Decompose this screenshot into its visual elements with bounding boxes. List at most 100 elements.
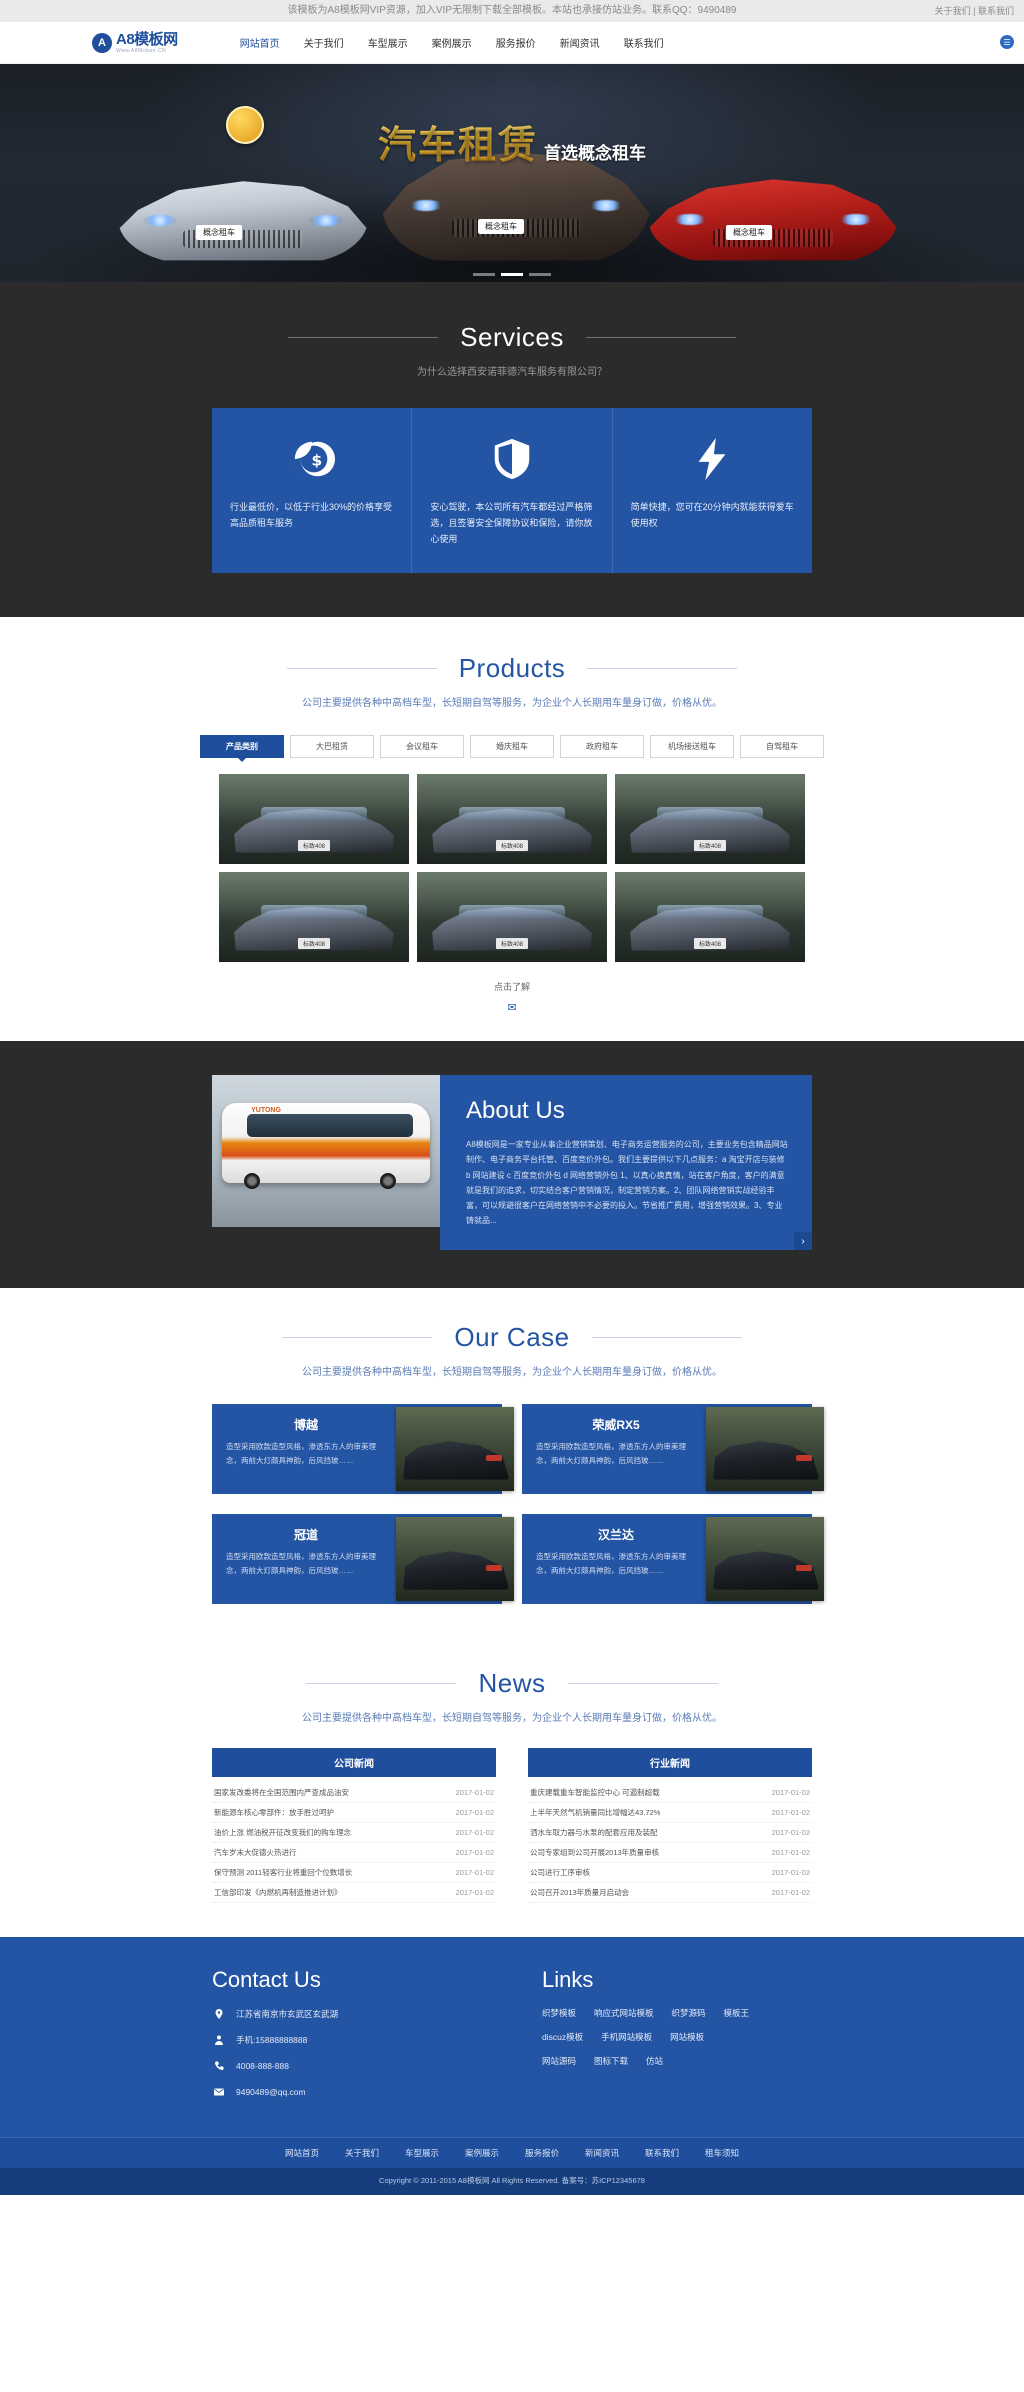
- contact-row-mobile: 手机:15888888888: [212, 2033, 542, 2047]
- tab-self-drive-rental[interactable]: 自驾租车: [740, 735, 824, 759]
- news-item[interactable]: 汽车岁末大促德火热进行 2017-01-02: [212, 1843, 496, 1864]
- nav-item-models[interactable]: 车型展示: [368, 35, 408, 50]
- top-notice-bar: 该模板为A8模板网VIP资源，加入VIP无限制下载全部模板。本站也承接仿站业务。…: [0, 0, 1024, 22]
- nav-item-about[interactable]: 关于我们: [304, 35, 344, 50]
- footer-nav-cases[interactable]: 案例展示: [465, 2147, 499, 2159]
- person-icon: [212, 2033, 226, 2047]
- link-item[interactable]: 模板王: [724, 2007, 750, 2019]
- link-item[interactable]: 织梦源码: [672, 2007, 706, 2019]
- nav-item-contact[interactable]: 联系我们: [624, 35, 664, 50]
- about-section: YUTONG About Us A8模板网是一家专业从事企业营销策划、电子商务运…: [0, 1041, 1024, 1289]
- news-item-date: 2017-01-02: [771, 1848, 810, 1858]
- footer-nav-news[interactable]: 新闻资讯: [585, 2147, 619, 2159]
- product-card[interactable]: 标致408: [615, 774, 805, 865]
- banner-dot-2[interactable]: [501, 273, 523, 276]
- product-plate: 标致408: [495, 937, 529, 949]
- news-item-title: 公司专家组到公司开展2013年质量审核: [530, 1848, 660, 1858]
- case-card[interactable]: 冠道 造型采用欧款造型风格，渗透东方人的审美理念，两前大灯颇具神韵，后风挡玻……: [212, 1514, 514, 1605]
- news-columns: 公司新闻 国家发改委将在全国范围内严查成品油安 2017-01-02 新能源车核…: [212, 1748, 812, 1904]
- case-grid: 博越 造型采用欧款造型风格，渗透东方人的审美理念，两前大灯颇具神韵，后风挡玻………: [212, 1404, 824, 1605]
- service-card-price-text: 行业最低价，以低于行业30%的价格享受高品质租车服务: [230, 502, 393, 528]
- news-item[interactable]: 工信部印发《内燃机再制造推进计划》 2017-01-02: [212, 1883, 496, 1904]
- link-item[interactable]: 织梦模板: [542, 2007, 576, 2019]
- case-card[interactable]: 荣威RX5 造型采用欧款造型风格，渗透东方人的审美理念，两前大灯颇具神韵，后风挡…: [522, 1404, 824, 1495]
- case-card[interactable]: 汉兰达 造型采用欧款造型风格，渗透东方人的审美理念，两前大灯颇具神韵，后风挡玻……: [522, 1514, 824, 1605]
- envelope-icon[interactable]: ✉: [504, 999, 520, 1015]
- footer-nav-contact[interactable]: 联系我们: [645, 2147, 679, 2159]
- tab-product-category[interactable]: 产品类别: [200, 735, 284, 763]
- product-card[interactable]: 标致408: [615, 872, 805, 963]
- banner-title-sub: 首选概念租车: [544, 144, 646, 163]
- links-row: 网站源码 图标下载 仿站: [542, 2055, 812, 2067]
- nav-item-home[interactable]: 网站首页: [240, 35, 280, 50]
- link-item[interactable]: 图标下载: [594, 2055, 628, 2067]
- link-item[interactable]: 响应式网站模板: [594, 2007, 654, 2019]
- news-item-title: 公司召开2013年质量月启动会: [530, 1888, 630, 1898]
- case-card-title: 冠道: [293, 1528, 318, 1543]
- case-title: Our Case: [454, 1322, 570, 1353]
- product-category-tabs: 产品类别 大巴租赁 会议租车 婚庆租车 政府租车 机场接送租车 自驾租车: [0, 735, 1024, 763]
- news-item[interactable]: 油价上涨 燃油税开征改变我们的购车理念 2017-01-02: [212, 1823, 496, 1844]
- link-item[interactable]: 手机网站模板: [601, 2031, 652, 2043]
- news-item[interactable]: 保守预测 2011轻客行业将重回个位数增长 2017-01-02: [212, 1863, 496, 1884]
- tab-bus-rental[interactable]: 大巴租赁: [290, 735, 374, 759]
- news-item[interactable]: 公司进行工序审核 2017-01-02: [528, 1863, 812, 1884]
- svg-text:$: $: [311, 452, 322, 470]
- case-card-title: 荣威RX5: [592, 1418, 640, 1433]
- banner-dot-3[interactable]: [529, 273, 551, 276]
- news-item[interactable]: 公司召开2013年质量月启动会 2017-01-02: [528, 1883, 812, 1904]
- product-card[interactable]: 标致408: [417, 872, 607, 963]
- banner-plate-brown: 概念租车: [478, 219, 524, 234]
- link-item[interactable]: 网站模板: [670, 2031, 704, 2043]
- about-image: YUTONG: [212, 1075, 440, 1228]
- footer-nav-about[interactable]: 关于我们: [345, 2147, 379, 2159]
- footer-nav-notice[interactable]: 租车须知: [705, 2147, 739, 2159]
- tab-conference-rental[interactable]: 会议租车: [380, 735, 464, 759]
- site-logo[interactable]: A A8模板网 Www.A8Moban.CN: [92, 32, 178, 54]
- news-column-heading: 行业新闻: [528, 1748, 812, 1778]
- news-item-date: 2017-01-02: [455, 1828, 494, 1838]
- tab-airport-transfer-rental[interactable]: 机场接送租车: [650, 735, 734, 759]
- service-card-safety[interactable]: 安心驾驶，本公司所有汽车都经过严格筛选，且签署安全保障协议和保险，请你放心使用: [411, 408, 612, 574]
- product-card[interactable]: 标致408: [219, 872, 409, 963]
- product-image: [615, 872, 805, 963]
- news-item[interactable]: 新能源车核心零部件：放手胜过呵护 2017-01-02: [212, 1803, 496, 1824]
- products-section: Products 公司主要提供各种中高档车型，长短期自驾等服务，为企业个人长期用…: [0, 617, 1024, 1042]
- about-title: About Us: [466, 1097, 565, 1125]
- tab-government-rental[interactable]: 政府租车: [560, 735, 644, 759]
- link-item[interactable]: 仿站: [646, 2055, 663, 2067]
- footer-nav-pricing[interactable]: 服务报价: [525, 2147, 559, 2159]
- case-card[interactable]: 博越 造型采用欧款造型风格，渗透东方人的审美理念，两前大灯颇具神韵，后风挡玻……: [212, 1404, 514, 1495]
- case-heading: Our Case 公司主要提供各种中高档车型，长短期自驾等服务，为企业个人长期用…: [0, 1322, 1024, 1378]
- news-item[interactable]: 重庆建载重车智能监控中心 可遏制超载 2017-01-02: [528, 1783, 812, 1804]
- menu-icon[interactable]: ☰: [1000, 35, 1014, 49]
- news-item[interactable]: 洒水车取力器与水泵的配套应用及装配 2017-01-02: [528, 1823, 812, 1844]
- divider-left: [286, 668, 437, 670]
- product-card[interactable]: 标致408: [219, 774, 409, 865]
- service-card-price[interactable]: $ 行业最低价，以低于行业30%的价格享受高品质租车服务: [212, 408, 412, 574]
- news-item[interactable]: 公司专家组到公司开展2013年质量审核 2017-01-02: [528, 1843, 812, 1864]
- news-heading: News 公司主要提供各种中高档车型，长短期自驾等服务，为企业个人长期用车量身订…: [0, 1668, 1024, 1724]
- banner-pagination[interactable]: [0, 273, 1024, 276]
- product-card[interactable]: 标致408: [417, 774, 607, 865]
- footer-nav-home[interactable]: 网站首页: [285, 2147, 319, 2159]
- footer-nav-models[interactable]: 车型展示: [405, 2147, 439, 2159]
- tab-wedding-rental[interactable]: 婚庆租车: [470, 735, 554, 759]
- site-footer: Contact Us 江苏省南京市玄武区玄武湖 手机:15888888888 4…: [0, 1937, 1024, 2138]
- nav-item-news[interactable]: 新闻资讯: [560, 35, 600, 50]
- news-item[interactable]: 上半年天然气机销量同比增幅达43.72% 2017-01-02: [528, 1803, 812, 1824]
- top-right-links[interactable]: 关于我们 | 联系我们: [935, 0, 1014, 22]
- nav-item-cases[interactable]: 案例展示: [432, 35, 472, 50]
- link-item[interactable]: 网站源码: [542, 2055, 576, 2067]
- products-more[interactable]: 点击了解 ✉: [0, 980, 1024, 1015]
- service-card-speed[interactable]: 简单快捷，您可在20分钟内就能获得爱车使用权: [611, 408, 812, 574]
- case-card-image: [706, 1517, 824, 1602]
- chevron-right-icon[interactable]: ›: [794, 1232, 812, 1251]
- banner-dot-1[interactable]: [473, 273, 495, 276]
- footer-contact: Contact Us 江苏省南京市玄武区玄武湖 手机:15888888888 4…: [212, 1967, 542, 2111]
- link-item[interactable]: discuz模板: [542, 2031, 583, 2043]
- nav-item-pricing[interactable]: 服务报价: [496, 35, 536, 50]
- news-item[interactable]: 国家发改委将在全国范围内严查成品油安 2017-01-02: [212, 1783, 496, 1804]
- logo-title: A8模板网: [116, 30, 178, 48]
- bus-illustration: YUTONG: [222, 1103, 430, 1190]
